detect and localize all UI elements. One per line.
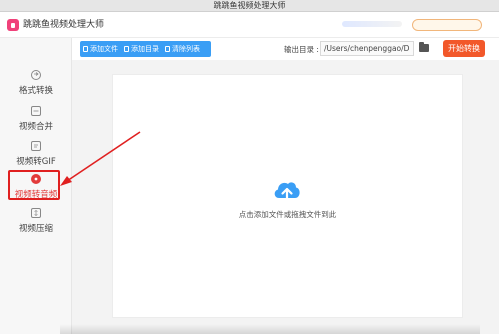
bottom-shadow — [60, 324, 480, 334]
start-convert-button[interactable]: 开始转换 — [443, 40, 485, 57]
app-header: 跳跳鱼视频处理大师 — [0, 12, 499, 38]
clear-list-label: 清除列表 — [172, 45, 200, 53]
sidebar-item-label: 视频合并 — [18, 122, 53, 132]
window-title: 跳跳鱼视频处理大师 — [213, 1, 286, 10]
highlight-box — [8, 170, 60, 200]
sidebar-item-label: 格式转换 — [18, 86, 53, 96]
header-banner — [342, 21, 402, 27]
sidebar-item-label: 视频压缩 — [18, 224, 53, 234]
sidebar-item-video-compress[interactable]: 视频压缩 — [0, 206, 72, 240]
output-dir-label: 输出目录 : — [284, 45, 319, 54]
output-path-field[interactable]: /Users/chenpenggao/D — [320, 41, 414, 56]
drop-hint: 点击添加文件或拖拽文件到此 — [238, 210, 337, 219]
add-file-button[interactable]: 添加文件 — [80, 41, 121, 57]
header-promo-button[interactable] — [412, 19, 482, 31]
sidebar-item-format-convert[interactable]: 格式转换 — [0, 68, 72, 102]
sidebar-item-video-to-gif[interactable]: 视频转GIF — [0, 139, 72, 173]
toolbar: 添加文件 添加目录 清除列表 — [80, 41, 211, 57]
add-folder-button[interactable]: 添加目录 — [121, 41, 162, 57]
gif-icon — [31, 141, 41, 151]
compress-icon — [31, 208, 41, 218]
folder-icon[interactable] — [419, 42, 429, 52]
sidebar-item-label: 视频转GIF — [16, 157, 56, 167]
add-folder-label: 添加目录 — [131, 45, 159, 53]
sidebar-item-video-merge[interactable]: 视频合并 — [0, 104, 72, 138]
add-file-label: 添加文件 — [90, 45, 118, 53]
format-convert-icon — [31, 70, 41, 80]
window-titlebar: 跳跳鱼视频处理大师 — [0, 0, 499, 12]
trash-icon — [165, 46, 170, 52]
video-merge-icon — [31, 106, 41, 116]
app-logo-icon — [7, 19, 19, 31]
file-icon — [83, 46, 88, 52]
upload-cloud-icon[interactable] — [272, 178, 302, 204]
app-name: 跳跳鱼视频处理大师 — [23, 20, 105, 30]
folder-outline-icon — [124, 46, 129, 52]
clear-list-button[interactable]: 清除列表 — [162, 41, 203, 57]
